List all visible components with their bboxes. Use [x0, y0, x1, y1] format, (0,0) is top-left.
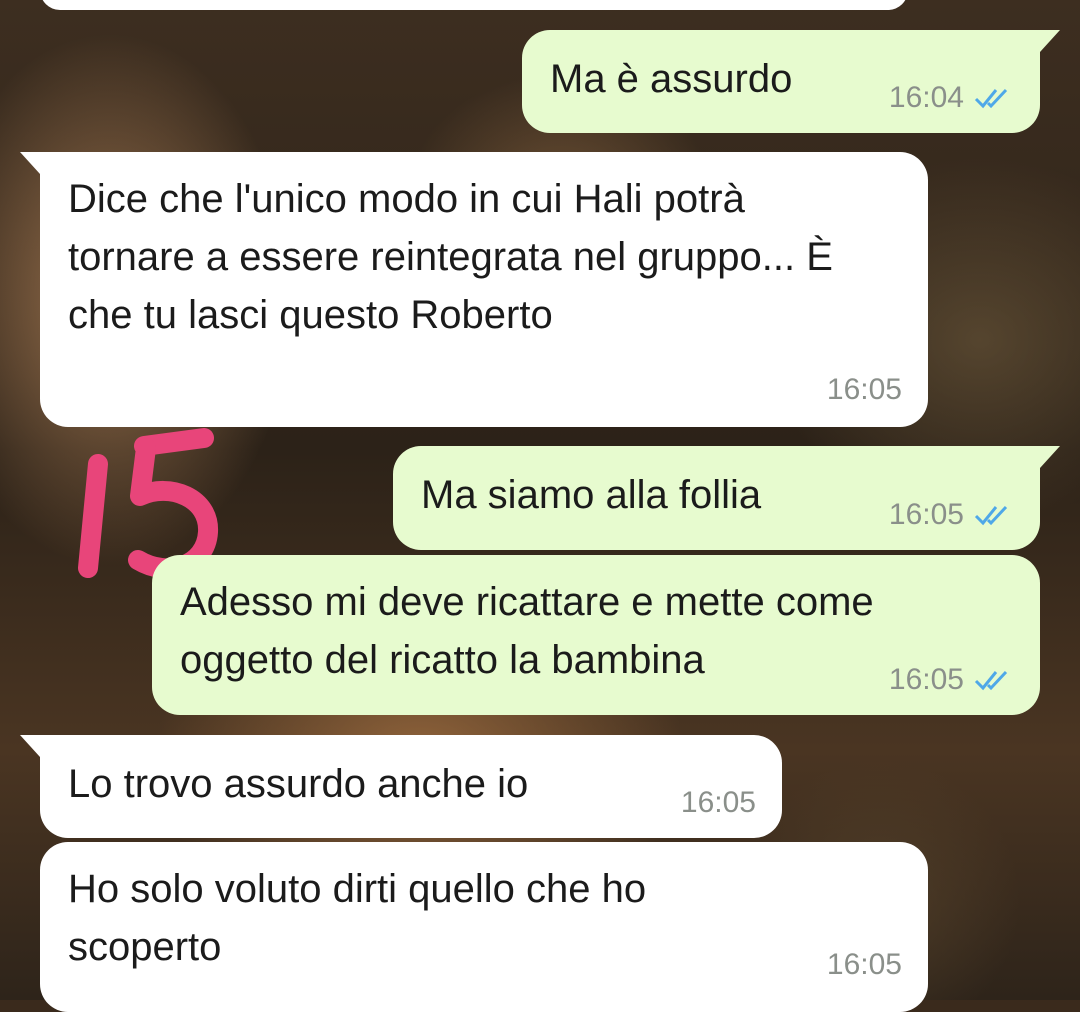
message-meta: 16:05	[827, 948, 902, 982]
message-time: 16:05	[888, 663, 964, 696]
message-time: 16:05	[826, 948, 902, 981]
message-text: Adesso mi deve ricattare e mette come og…	[180, 580, 874, 682]
message-meta: 16:05	[889, 663, 1014, 697]
bubble-tail	[1040, 446, 1060, 468]
previous-message-bubble[interactable]	[40, 0, 908, 10]
read-receipt-icon	[974, 670, 1008, 691]
read-receipt-icon	[974, 88, 1008, 109]
message-text: Ho solo voluto dirti quello che ho scope…	[68, 867, 647, 969]
message-bubble-incoming[interactable]: Ho solo voluto dirti quello che ho scope…	[40, 842, 928, 1012]
message-text: Lo trovo assurdo anche io	[68, 762, 529, 806]
message-meta: 16:04	[889, 81, 1014, 115]
message-time: 16:05	[680, 786, 756, 819]
message-time: 16:04	[888, 81, 964, 114]
message-time: 16:05	[826, 373, 902, 406]
message-bubble-incoming[interactable]: Lo trovo assurdo anche io 16:05	[20, 735, 782, 838]
bubble-tail	[20, 152, 40, 174]
message-meta: 16:05	[889, 498, 1014, 532]
message-bubble-outgoing[interactable]: Ma siamo alla follia 16:05	[393, 446, 1060, 550]
bubble-tail	[1040, 30, 1060, 52]
message-bubble-outgoing[interactable]: Ma è assurdo 16:04	[522, 30, 1060, 133]
bubble-tail	[20, 735, 40, 757]
message-text: Dice che l'unico modo in cui Hali potrà …	[68, 177, 833, 337]
message-time: 16:05	[888, 498, 964, 531]
read-receipt-icon	[974, 505, 1008, 526]
message-meta: 16:05	[681, 786, 756, 820]
message-meta: 16:05	[827, 373, 902, 407]
message-bubble-outgoing[interactable]: Adesso mi deve ricattare e mette come og…	[152, 555, 1040, 715]
message-bubble-incoming[interactable]: Dice che l'unico modo in cui Hali potrà …	[20, 152, 928, 427]
